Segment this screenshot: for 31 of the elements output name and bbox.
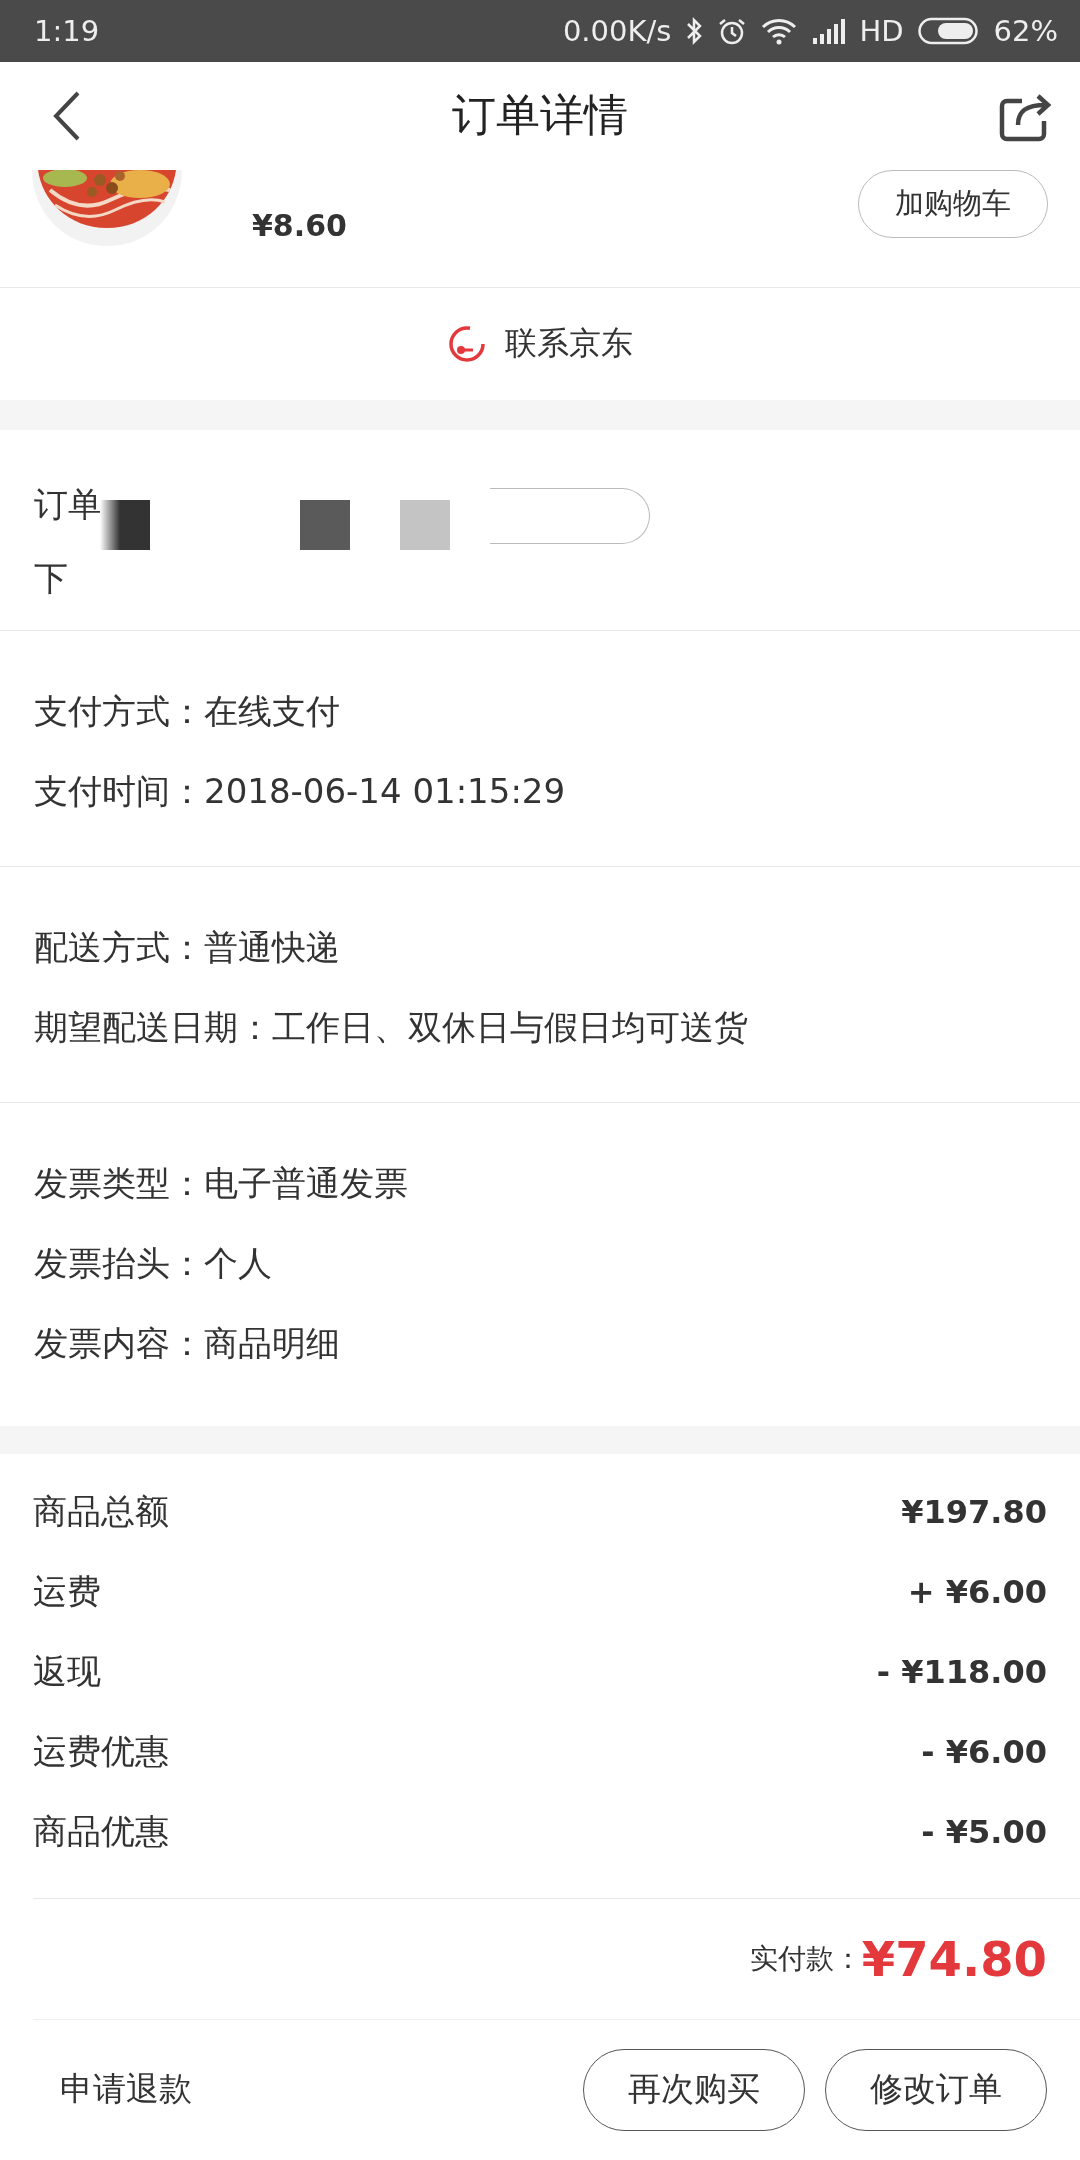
amount-label: 商品优惠 bbox=[33, 1809, 169, 1853]
info-line: 支付时间：2018-06-14 01:15:29 bbox=[34, 769, 566, 813]
amount-label: 运费 bbox=[33, 1569, 101, 1613]
page-title: 订单详情 bbox=[452, 88, 628, 143]
info-line: 发票抬头：个人 bbox=[34, 1241, 272, 1285]
amount-value: + ¥6.00 bbox=[907, 1572, 1047, 1611]
amount-label: 运费优惠 bbox=[33, 1729, 169, 1773]
amount-value: ¥197.80 bbox=[901, 1492, 1047, 1531]
total-label: 实付款： bbox=[749, 1940, 862, 1977]
info-line: 发票内容：商品明细 bbox=[34, 1321, 340, 1365]
network-type: HD bbox=[859, 13, 904, 48]
order-info-line: 下 bbox=[34, 557, 68, 601]
order-info-line: 订单 bbox=[34, 483, 102, 527]
amount-value: - ¥6.00 bbox=[921, 1732, 1047, 1771]
battery-icon bbox=[917, 16, 980, 45]
refund-link[interactable]: 申请退款 bbox=[60, 2067, 192, 2113]
amount-label: 返现 bbox=[33, 1649, 101, 1693]
amount-value: - ¥5.00 bbox=[921, 1812, 1047, 1851]
network-speed: 0.00K/s bbox=[562, 13, 672, 48]
info-line: 期望配送日期：工作日、双休日与假日均可送货 bbox=[34, 1005, 748, 1049]
clock-time: 1:19 bbox=[34, 13, 100, 48]
product-price: ¥8.60 bbox=[252, 208, 347, 244]
info-line: 发票类型：电子普通发票 bbox=[34, 1161, 408, 1205]
total-amount: ¥74.80 bbox=[861, 1930, 1047, 1987]
amount-value: - ¥118.00 bbox=[876, 1652, 1047, 1691]
info-line: 配送方式：普通快递 bbox=[34, 925, 340, 969]
amount-label: 商品总额 bbox=[33, 1489, 169, 1533]
contact-link[interactable]: 联系京东 bbox=[447, 322, 633, 366]
battery-percentage: 62% bbox=[993, 13, 1058, 48]
signal-icon bbox=[811, 17, 846, 44]
info-line: 支付方式：在线支付 bbox=[34, 689, 340, 733]
